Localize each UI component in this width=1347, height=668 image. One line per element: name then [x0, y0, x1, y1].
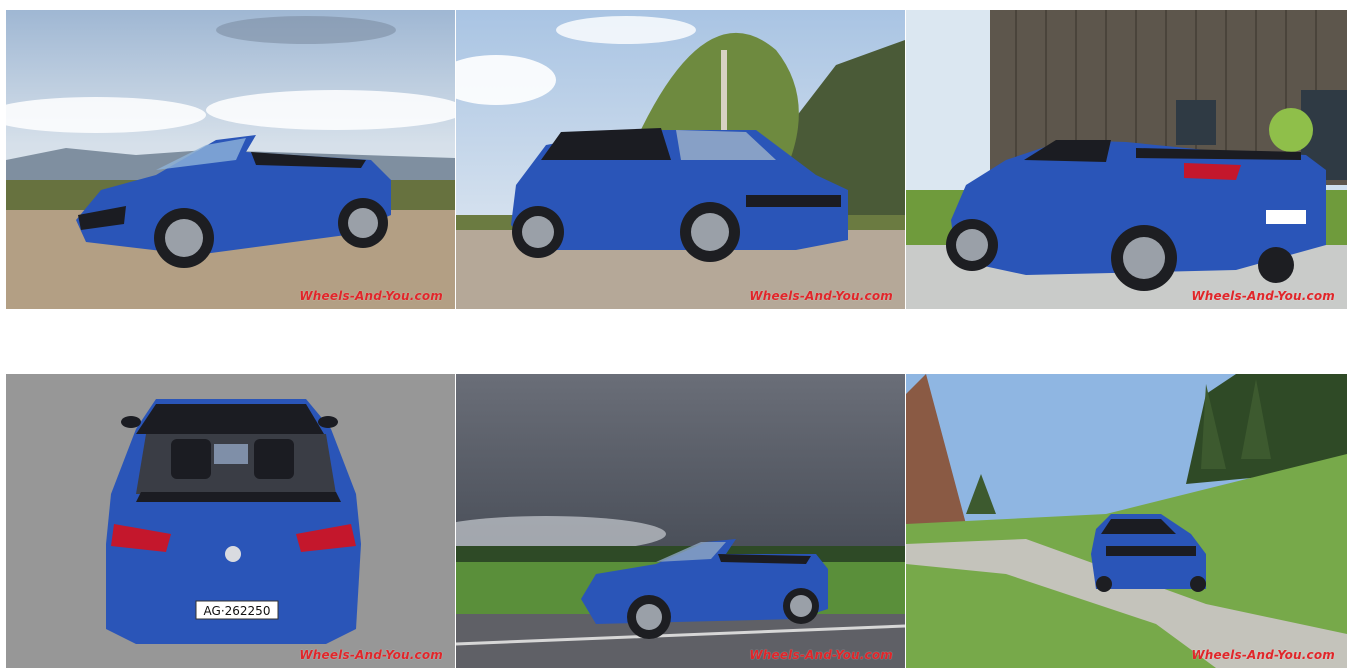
overhead-rear-photo: AG·262250 [6, 374, 455, 668]
rear-three-quarter-photo [906, 10, 1347, 309]
watermark-text: Wheels-And-You.com [749, 289, 893, 303]
watermark-text: Wheels-And-You.com [1191, 289, 1335, 303]
gallery-photo-4[interactable]: AG·262250 Wheels-And-You.com [6, 374, 455, 668]
gallery-photo-3[interactable]: Wheels-And-You.com [906, 10, 1347, 309]
watermark-text: Wheels-And-You.com [749, 648, 893, 662]
gallery-photo-6[interactable]: Wheels-And-You.com [906, 374, 1347, 668]
gallery-photo-1[interactable]: Wheels-And-You.com [6, 10, 455, 309]
gallery-photo-5[interactable]: Wheels-And-You.com [456, 374, 905, 668]
gallery-photo-2[interactable]: Wheels-And-You.com [456, 10, 905, 309]
stormy-sky-side-photo [456, 374, 905, 668]
license-plate: AG·262250 [204, 604, 271, 618]
watermark-text: Wheels-And-You.com [299, 289, 443, 303]
watermark-text: Wheels-And-You.com [1191, 648, 1335, 662]
cabrio-front-three-quarter-photo [6, 10, 455, 309]
softtop-side-photo [456, 10, 905, 309]
watermark-text: Wheels-And-You.com [299, 648, 443, 662]
country-road-front-photo [906, 374, 1347, 668]
